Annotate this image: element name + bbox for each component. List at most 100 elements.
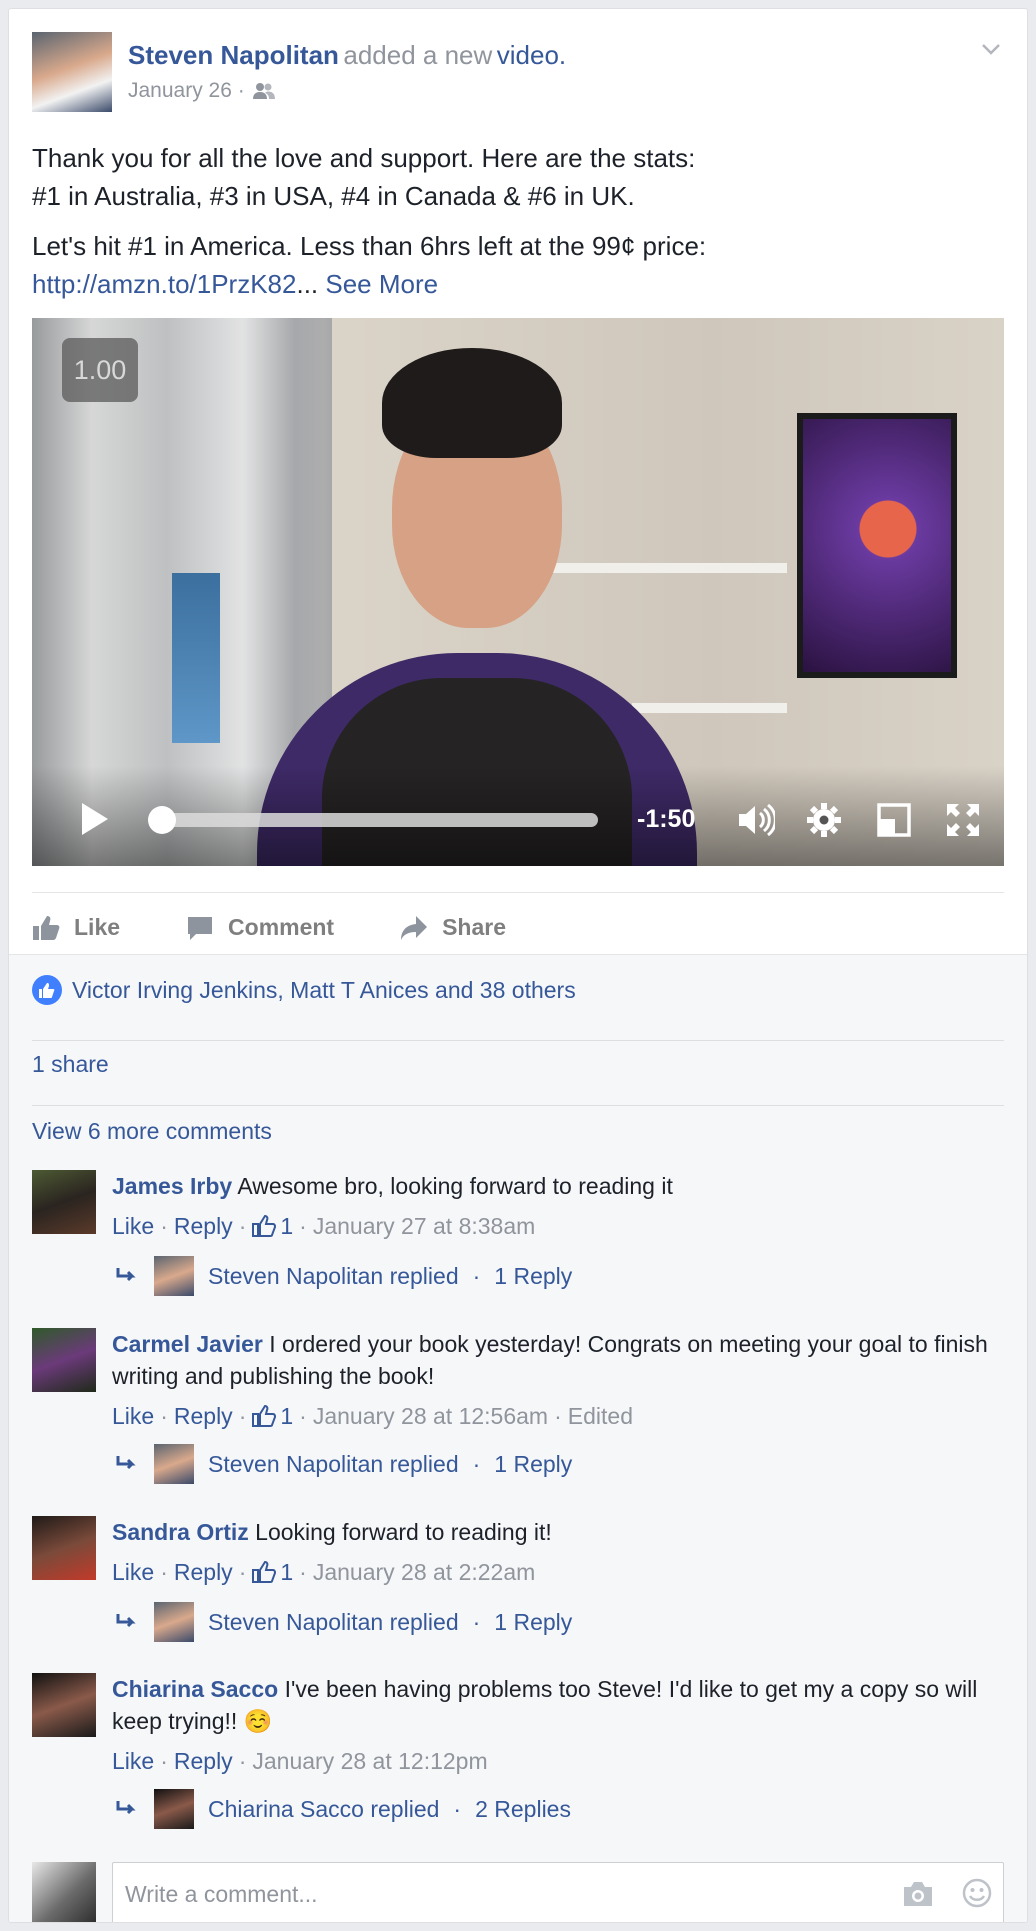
reply-arrow-icon [116, 1456, 136, 1470]
view-more-comments[interactable]: View 6 more comments [32, 1118, 272, 1145]
reply-summary[interactable]: Steven Napolitan replied · 1 Reply [116, 1602, 572, 1642]
like-button[interactable]: Like [32, 914, 120, 941]
chevron-down-icon[interactable] [980, 38, 1002, 60]
post-action-link[interactable]: video. [497, 40, 566, 70]
popout-icon[interactable] [875, 802, 913, 838]
post-text-line3: Let's hit #1 in America. Less than 6hrs … [32, 231, 707, 261]
commenter-name[interactable]: Sandra Ortiz [112, 1519, 249, 1545]
friends-audience-icon[interactable] [252, 82, 275, 100]
commenter-name[interactable]: James Irby [112, 1173, 232, 1199]
reply-author[interactable]: Steven Napolitan replied [208, 1263, 459, 1290]
likes-summary[interactable]: Victor Irving Jenkins, Matt T Anices and… [32, 975, 576, 1005]
post-header: Steven Napolitan added a new video. Janu… [32, 32, 1004, 112]
comment-label: Comment [228, 914, 335, 940]
shares-count[interactable]: 1 share [32, 1051, 109, 1078]
comment-like-link[interactable]: Like [112, 1400, 154, 1432]
comment-like-link[interactable]: Like [112, 1210, 154, 1242]
comment-meta: Like · Reply · 1 · January 28 at 2:22am [112, 1556, 1004, 1588]
post-headline: Steven Napolitan added a new video. Janu… [128, 40, 566, 103]
emoji-icon[interactable] [962, 1878, 992, 1908]
post-action-bar: Like Comment Share [32, 892, 1004, 962]
comment-reply-link[interactable]: Reply [174, 1210, 233, 1242]
video-background-shelf [632, 703, 787, 713]
share-button[interactable]: Share [400, 914, 506, 941]
comment-edited[interactable]: Edited [568, 1400, 633, 1432]
progress-bar[interactable] [162, 813, 598, 827]
reply-author[interactable]: Chiarina Sacco replied [208, 1796, 439, 1823]
thumbs-up-outline-icon[interactable] [252, 1215, 277, 1237]
share-label: Share [442, 914, 507, 940]
reply-count[interactable]: 1 Reply [494, 1451, 572, 1478]
post-ellipsis: ... [296, 269, 319, 299]
post-date[interactable]: January 26 · [128, 79, 245, 103]
like-label: Like [74, 914, 121, 940]
time-remaining: -1:50 [637, 805, 696, 833]
commenter-avatar[interactable] [32, 1516, 96, 1580]
playback-speed[interactable]: 1.00 [62, 338, 138, 402]
share-arrow-icon [401, 915, 428, 940]
comment-input[interactable]: Write a comment... [112, 1862, 1004, 1922]
thumbs-up-outline-icon[interactable] [252, 1561, 277, 1583]
replier-avatar [154, 1602, 194, 1642]
thumbs-up-icon [33, 915, 60, 940]
video-background-painting [797, 413, 957, 678]
divider [32, 1105, 1004, 1106]
commenter-avatar[interactable] [32, 1328, 96, 1392]
replier-avatar [154, 1256, 194, 1296]
video-background-banner [172, 573, 220, 743]
reply-summary[interactable]: Chiarina Sacco replied · 2 Replies [116, 1789, 571, 1829]
comment-composer: Write a comment... [32, 1862, 1004, 1922]
reply-summary[interactable]: Steven Napolitan replied · 1 Reply [116, 1444, 572, 1484]
commenter-name[interactable]: Chiarina Sacco [112, 1676, 278, 1702]
comment-time[interactable]: January 28 at 12:12pm [252, 1745, 487, 1777]
reply-count[interactable]: 2 Replies [475, 1796, 571, 1823]
camera-icon[interactable] [902, 1880, 934, 1908]
post-action-text: added a new [343, 40, 493, 70]
comment-text: Awesome bro, looking forward to reading … [237, 1173, 673, 1199]
comment-time[interactable]: January 28 at 12:56am [313, 1400, 548, 1432]
comment-like-link[interactable]: Like [112, 1556, 154, 1588]
commenter-name[interactable]: Carmel Javier [112, 1331, 263, 1357]
divider [32, 1040, 1004, 1041]
comment-button[interactable]: Comment [186, 914, 334, 941]
commenter-avatar[interactable] [32, 1170, 96, 1234]
comment-reply-link[interactable]: Reply [174, 1556, 233, 1588]
volume-icon[interactable] [737, 802, 775, 838]
post-card: Steven Napolitan added a new video. Janu… [8, 8, 1028, 1923]
comment-reply-link[interactable]: Reply [174, 1400, 233, 1432]
reply-author[interactable]: Steven Napolitan replied [208, 1451, 459, 1478]
reply-arrow-icon [116, 1801, 136, 1815]
commenter-avatar[interactable] [32, 1673, 96, 1737]
video-player[interactable]: 1.00 -1:50 [32, 318, 1004, 866]
comment-text: Looking forward to reading it! [255, 1519, 552, 1545]
comment-like-count[interactable]: 1 [280, 1556, 293, 1588]
video-background-shelf [542, 563, 787, 573]
comment-reply-link[interactable]: Reply [174, 1745, 233, 1777]
replier-avatar [154, 1444, 194, 1484]
comment-icon [188, 916, 213, 940]
see-more-link[interactable]: See More [325, 269, 438, 299]
reply-author[interactable]: Steven Napolitan replied [208, 1609, 459, 1636]
post-link[interactable]: http://amzn.to/1PrzK82 [32, 269, 296, 299]
author-name[interactable]: Steven Napolitan [128, 40, 339, 70]
comment-like-link[interactable]: Like [112, 1745, 154, 1777]
likes-text[interactable]: Victor Irving Jenkins, Matt T Anices and… [72, 977, 576, 1004]
play-icon[interactable] [80, 801, 110, 837]
reply-count[interactable]: 1 Reply [494, 1609, 572, 1636]
reply-arrow-icon [116, 1268, 136, 1282]
fullscreen-icon[interactable] [944, 802, 982, 838]
thumbs-up-outline-icon[interactable] [252, 1405, 277, 1427]
comment-time[interactable]: January 28 at 2:22am [313, 1556, 535, 1588]
progress-handle[interactable] [148, 806, 176, 834]
reply-summary[interactable]: Steven Napolitan replied · 1 Reply [116, 1256, 572, 1296]
reply-count[interactable]: 1 Reply [494, 1263, 572, 1290]
comment-like-count[interactable]: 1 [280, 1210, 293, 1242]
video-controls: -1:50 [32, 766, 1004, 866]
comment-like-count[interactable]: 1 [280, 1400, 293, 1432]
post-text-line1: Thank you for all the love and support. … [32, 143, 696, 173]
gear-icon[interactable] [805, 802, 843, 838]
video-subject-hair [382, 348, 562, 458]
comment-meta: Like · Reply · 1 · January 27 at 8:38am [112, 1210, 1004, 1242]
author-avatar[interactable] [32, 32, 112, 112]
comment-time[interactable]: January 27 at 8:38am [313, 1210, 535, 1242]
